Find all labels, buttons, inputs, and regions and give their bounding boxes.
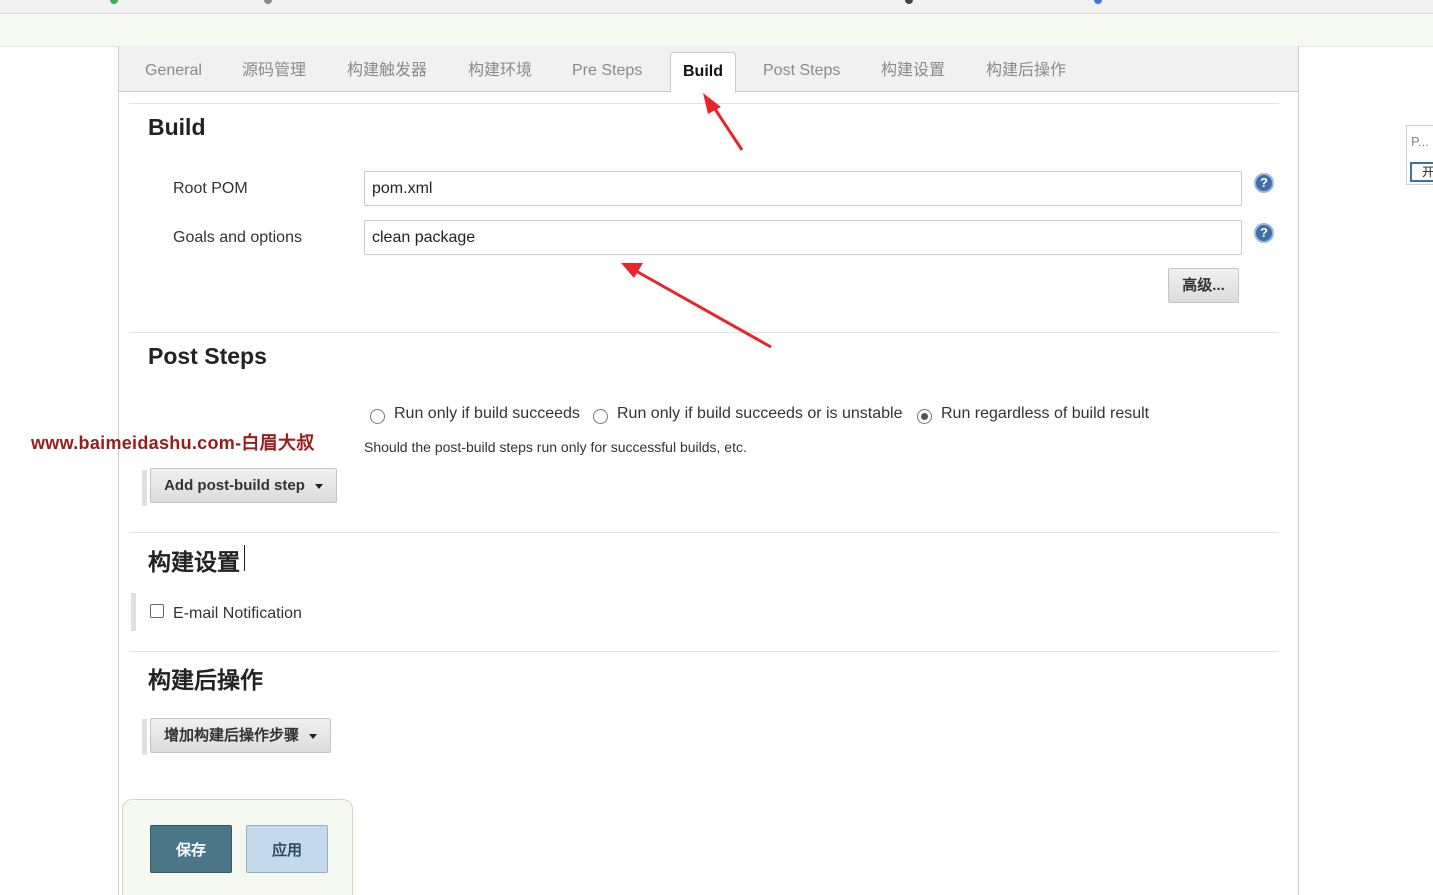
post-steps-description: Should the post-build steps run only for…: [364, 439, 747, 455]
goals-and-options-input[interactable]: [364, 220, 1242, 255]
drag-handle-bar: [142, 719, 147, 755]
question-circle-icon[interactable]: ?: [1254, 173, 1274, 193]
extension-icon[interactable]: [1094, 0, 1102, 4]
extension-icon[interactable]: [264, 0, 272, 4]
caret-down-icon: [309, 733, 317, 739]
caret-down-icon: [314, 483, 323, 489]
tab-pre-steps[interactable]: Pre Steps: [560, 52, 654, 92]
email-notification-label: E-mail Notification: [173, 605, 302, 622]
tab-build[interactable]: Build: [670, 52, 736, 93]
tab-post-build-actions[interactable]: 构建后操作: [974, 52, 1078, 92]
radio-label-run-regardless: Run regardless of build result: [941, 405, 1150, 422]
extension-icon[interactable]: [905, 0, 913, 4]
job-config-panel: General 源码管理 构建触发器 构建环境 Pre Steps Build …: [118, 46, 1299, 895]
radio-run-if-succeeds[interactable]: [370, 409, 385, 424]
section-title-post-build-actions: 构建后操作: [148, 667, 263, 693]
advanced-button[interactable]: 高级...: [1168, 268, 1239, 303]
radio-run-if-succeeds-or-unstable[interactable]: [593, 409, 608, 424]
add-post-build-step-button[interactable]: Add post-build step: [150, 468, 337, 503]
tab-build-settings[interactable]: 构建设置: [869, 52, 957, 92]
root-pom-input[interactable]: [364, 171, 1242, 206]
section-title-build: Build: [148, 114, 206, 140]
side-widget-button[interactable]: 开: [1410, 162, 1433, 182]
radio-label-run-if-succeeds-or-unstable: Run only if build succeeds or is unstabl…: [617, 405, 903, 422]
tab-build-environment[interactable]: 构建环境: [456, 52, 544, 92]
section-divider: [129, 532, 1279, 533]
page-header-strip: [0, 14, 1433, 47]
section-divider: [129, 332, 1279, 333]
section-divider: [129, 103, 1279, 104]
save-button[interactable]: 保存: [150, 825, 232, 873]
goals-and-options-label: Goals and options: [173, 229, 302, 246]
tab-build-triggers[interactable]: 构建触发器: [335, 52, 439, 92]
section-title-post-steps: Post Steps: [148, 343, 267, 369]
watermark-text: www.baimeidashu.com-白眉大叔: [31, 433, 315, 453]
question-circle-icon[interactable]: ?: [1254, 223, 1274, 243]
side-popup-widget: P... 开: [1406, 125, 1433, 185]
radio-run-regardless[interactable]: [917, 409, 932, 424]
tab-source-code-management[interactable]: 源码管理: [230, 52, 318, 92]
radio-label-run-if-succeeds: Run only if build succeeds: [394, 405, 580, 422]
root-pom-label: Root POM: [173, 180, 248, 197]
tab-general[interactable]: General: [133, 52, 214, 92]
drag-handle-bar: [131, 593, 136, 631]
extension-icon[interactable]: [110, 0, 118, 4]
apply-button[interactable]: 应用: [246, 825, 328, 873]
section-divider: [129, 651, 1279, 652]
side-widget-text: P...: [1411, 134, 1429, 149]
email-notification-checkbox[interactable]: [150, 604, 164, 618]
browser-toolbar: [0, 0, 1433, 14]
add-post-build-action-button[interactable]: 增加构建后操作步骤: [150, 718, 331, 753]
config-tab-bar: General 源码管理 构建触发器 构建环境 Pre Steps Build …: [119, 46, 1298, 93]
add-post-build-step-label: Add post-build step: [164, 477, 305, 494]
drag-handle-bar: [142, 470, 147, 506]
add-post-build-action-label: 增加构建后操作步骤: [163, 727, 299, 744]
text-cursor: [244, 545, 245, 571]
section-title-build-settings: 构建设置: [148, 549, 240, 575]
tab-post-steps[interactable]: Post Steps: [751, 52, 852, 92]
